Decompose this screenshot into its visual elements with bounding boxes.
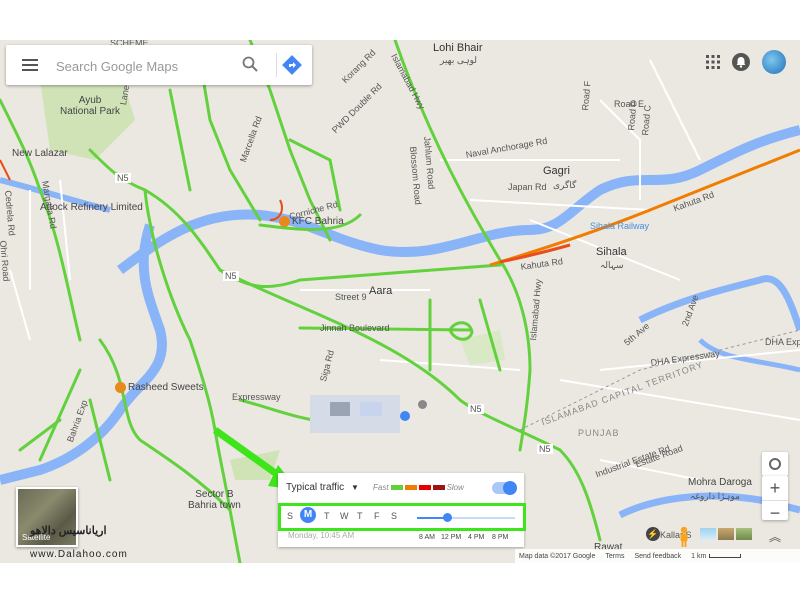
search-box [6,45,312,85]
label-aara: Aara [369,285,393,297]
imagery-thumbnails [700,528,752,540]
poi-rasheed-sweets[interactable]: Rasheed Sweets [115,382,204,393]
label-mohra-daroga: Mohra Daroga [688,477,752,488]
legend-fast: Fast [373,483,389,492]
legend-swatch-very-slow [432,485,445,490]
hour-label: 8 PM [492,534,509,541]
scale-bar[interactable]: 1 km [691,552,742,560]
label-n5-c: N5 [468,404,484,414]
day-friday[interactable]: F [374,511,380,521]
terms-link[interactable]: Terms [605,553,624,560]
hour-label: 12 PM [441,534,462,541]
label-expressway: Expressway [232,392,281,402]
label-new-lalazar: New Lalazar [12,148,68,159]
label-lohi-bhair: Lohi Bhair [433,42,483,54]
notifications-bell-icon[interactable] [732,53,750,71]
account-toolbar [706,50,786,74]
label-dha-exp: DHA Expre [765,337,800,347]
menu-icon[interactable] [22,59,38,74]
label-punjab: PUNJAB [578,428,620,438]
label-rasheed: Rasheed Sweets [128,382,204,394]
label-jinnah-blvd: Jinnah Boulevard [320,323,390,333]
restaurant-icon [279,216,290,227]
label-n5-b: N5 [223,271,239,281]
label-street-9: Street 9 [335,292,367,302]
imagery-thumbnail[interactable] [736,528,752,540]
label-n5-d: N5 [537,444,553,454]
label-sihala-urdu: سہالہ [600,260,624,270]
traffic-legend: Fast Slow [373,483,464,492]
search-icon[interactable] [242,56,258,72]
directions-icon[interactable] [282,55,302,75]
imagery-thumbnail[interactable] [718,528,734,540]
send-feedback-link[interactable]: Send feedback [634,553,681,560]
day-wednesday[interactable]: W [340,511,349,521]
day-saturday[interactable]: S [391,511,397,521]
scale-label: 1 km [691,552,707,560]
label-sihala: Sihala [596,246,627,258]
search-input[interactable] [54,55,228,77]
label-mohra-urdu: موہڑا داروغہ [690,491,740,501]
label-gagri-urdu: گاگری [553,180,577,190]
label-japan-rd: Japan Rd [508,182,547,192]
label-ayub-park: Ayub National Park [60,95,121,117]
legend-swatch-medium [404,485,417,490]
day-thursday[interactable]: T [357,511,363,521]
light-bulb-icon[interactable]: ⚡ [646,527,660,541]
traffic-mode-label: Typical traffic [286,482,345,493]
label-sihala-railway: Sihala Railway [590,221,650,231]
my-location-control [762,452,788,476]
zoom-out-button[interactable]: − [762,500,788,525]
label-gagri: Gagri [543,165,570,177]
legend-swatch-slow [418,485,431,490]
label-sector-b: Sector B Bahria town [188,489,241,511]
search-divider [276,53,277,77]
watermark-url: www.Dalahoo.com [30,549,128,560]
label-lohi-bhair-urdu: لوہی بھیر [440,55,478,65]
pegman-icon[interactable] [677,526,691,548]
hour-label: 4 PM [468,534,485,541]
imagery-thumbnail[interactable] [700,528,716,540]
satellite-toggle[interactable]: Satellite [16,487,78,547]
legend-slow: Slow [446,483,464,492]
legend-swatch-fast [390,485,403,490]
day-sunday[interactable]: S [287,511,293,521]
traffic-toggle[interactable] [492,481,517,495]
day-monday[interactable]: M [300,507,316,523]
caret-down-icon: ▼ [350,483,359,492]
day-tuesday[interactable]: T [324,511,330,521]
expand-control: ︽ [762,524,788,548]
watermark-text: اریاناسیس دالاهو [30,525,107,537]
pin-icon[interactable] [418,400,427,409]
avatar[interactable] [762,50,786,74]
label-n5-a: N5 [115,173,131,183]
restaurant-icon [115,382,126,393]
traffic-panel: Typical traffic ▼ Fast Slow S M T W T F … [278,473,526,547]
scale-line [709,554,742,558]
zoom-in-button[interactable]: + [762,476,788,500]
apps-grid-icon[interactable] [706,55,720,69]
time-slider-handle[interactable] [443,513,452,522]
map-footer: Map data ©2017 Google Terms Send feedbac… [515,549,800,563]
zoom-control: + − [762,476,788,523]
my-location-icon[interactable] [762,452,788,476]
hour-label: 8 AM [419,534,435,541]
traffic-datetime: Monday, 10:45 AM [288,531,355,540]
traffic-mode-dropdown[interactable]: Typical traffic ▼ [286,482,359,493]
day-time-selector: S M T W T F S [278,503,526,531]
map-data-credit: Map data ©2017 Google [519,552,596,560]
chevron-up-icon[interactable]: ︽ [762,524,788,548]
